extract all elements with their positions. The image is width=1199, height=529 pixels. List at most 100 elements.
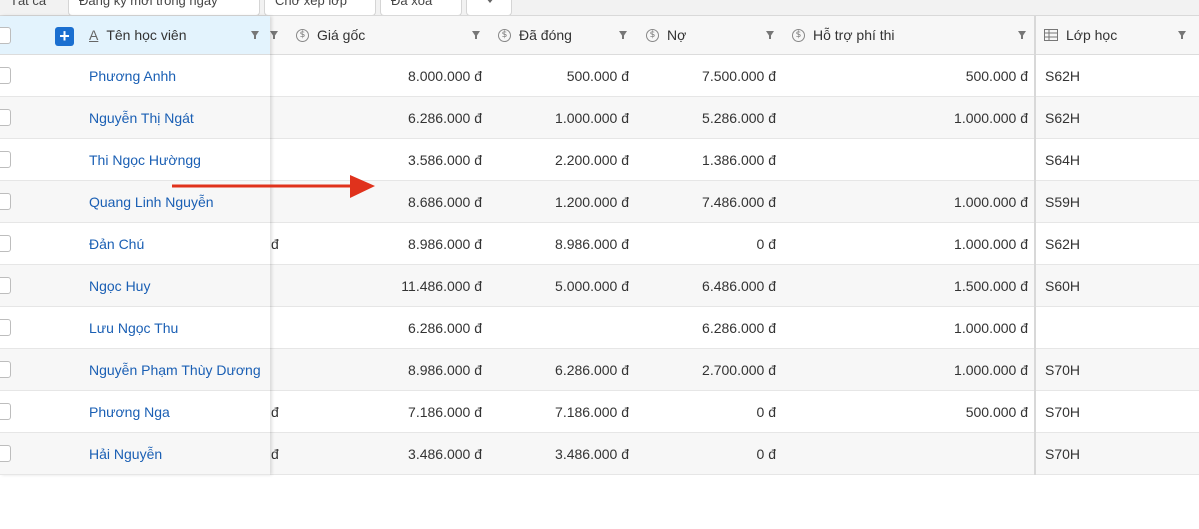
cell-no[interactable]: 2.700.000 đ [702, 362, 776, 378]
cell-gia-goc[interactable]: 6.286.000 đ [408, 110, 482, 126]
filter-icon[interactable] [1178, 31, 1186, 39]
student-name-link[interactable]: Nguyễn Phạm Thùy Dương [89, 362, 261, 378]
student-name-link[interactable]: Phương Nga [89, 404, 261, 420]
tab-deleted[interactable]: Đã xóa [380, 0, 462, 15]
cell-gia-goc[interactable]: 6.286.000 đ [408, 320, 482, 336]
student-name-link[interactable]: Lưu Ngọc Thu [89, 320, 261, 336]
row-checkbox[interactable] [0, 67, 11, 84]
row-checkbox[interactable] [0, 361, 11, 378]
tab-more[interactable] [466, 0, 512, 15]
student-name-link[interactable]: Thi Ngọc Hườngg [89, 152, 261, 168]
frozen-row[interactable]: Phương Nga [0, 391, 270, 433]
cell-lop-hoc[interactable]: S59H [1045, 194, 1080, 210]
column-header-da-dong[interactable]: $ Đã đóng [498, 16, 572, 54]
cell-gia-goc[interactable]: 8.686.000 đ [408, 194, 482, 210]
cell-lop-hoc[interactable]: S62H [1045, 236, 1080, 252]
cell-ho-tro-phi-thi[interactable]: 1.000.000 đ [954, 194, 1028, 210]
column-header-ten-hoc-vien[interactable]: A Tên học viên [89, 16, 187, 54]
cell-ho-tro-phi-thi[interactable]: 1.000.000 đ [954, 110, 1028, 126]
cell-lop-hoc[interactable]: S62H [1045, 68, 1080, 84]
frozen-row[interactable]: Đản Chú [0, 223, 270, 265]
cell-da-dong[interactable]: 2.200.000 đ [555, 152, 629, 168]
cell-gia-goc[interactable]: 8.986.000 đ [408, 236, 482, 252]
tab-all[interactable]: Tất cả [0, 0, 68, 15]
column-title: Giá gốc [317, 27, 366, 43]
cell-ho-tro-phi-thi[interactable]: 1.000.000 đ [954, 362, 1028, 378]
cell-da-dong[interactable]: 500.000 đ [567, 68, 629, 84]
cell-no[interactable]: 6.286.000 đ [702, 320, 776, 336]
cell-ho-tro-phi-thi[interactable]: 1.500.000 đ [954, 278, 1028, 294]
column-header-lop-hoc[interactable]: Lớp học [1044, 16, 1117, 54]
row-checkbox[interactable] [0, 109, 11, 126]
row-checkbox[interactable] [0, 319, 11, 336]
cell-gia-goc[interactable]: 8.986.000 đ [408, 362, 482, 378]
cell-ho-tro-phi-thi[interactable]: 500.000 đ [966, 404, 1028, 420]
cell-ho-tro-phi-thi[interactable]: 1.000.000 đ [954, 236, 1028, 252]
chevron-down-icon [486, 0, 494, 3]
cell-no[interactable]: 1.386.000 đ [702, 152, 776, 168]
cell-da-dong[interactable]: 5.000.000 đ [555, 278, 629, 294]
filter-icon[interactable] [251, 31, 259, 39]
cell-gia-goc[interactable]: 7.186.000 đ [408, 404, 482, 420]
column-title: Lớp học [1066, 27, 1118, 43]
row-checkbox[interactable] [0, 277, 11, 294]
student-name-link[interactable]: Đản Chú [89, 236, 261, 252]
cell-ho-tro-phi-thi[interactable]: 1.000.000 đ [954, 320, 1028, 336]
tab-new-today[interactable]: Đăng ký mới trong ngày [68, 0, 260, 15]
filter-icon[interactable] [472, 31, 480, 39]
cell-gia-goc[interactable]: 3.486.000 đ [408, 446, 482, 462]
currency-icon: $ [296, 28, 309, 42]
add-record-button[interactable]: + [55, 27, 74, 46]
frozen-row[interactable]: Phương Anhh [0, 55, 270, 97]
cell-da-dong[interactable]: 1.000.000 đ [555, 110, 629, 126]
frozen-row[interactable]: Ngọc Huy [0, 265, 270, 307]
filter-icon[interactable] [766, 31, 774, 39]
frozen-row[interactable]: Hải Nguyễn [0, 433, 270, 475]
row-checkbox[interactable] [0, 235, 11, 252]
cell-da-dong[interactable]: 7.186.000 đ [555, 404, 629, 420]
column-header-ho-tro-phi-thi[interactable]: $ Hỗ trợ phí thi [792, 16, 895, 54]
red-arrow-annotation [172, 175, 375, 198]
row-checkbox[interactable] [0, 193, 11, 210]
frozen-row[interactable]: Nguyễn Thị Ngát [0, 97, 270, 139]
student-name-link[interactable]: Nguyễn Thị Ngát [89, 110, 261, 126]
cell-partial: đ [271, 236, 279, 252]
frozen-row[interactable]: Lưu Ngọc Thu [0, 307, 270, 349]
filter-icon[interactable] [619, 31, 627, 39]
cell-da-dong[interactable]: 8.986.000 đ [555, 236, 629, 252]
cell-lop-hoc[interactable]: S60H [1045, 278, 1080, 294]
cell-lop-hoc[interactable]: S62H [1045, 110, 1080, 126]
cell-gia-goc[interactable]: 8.000.000 đ [408, 68, 482, 84]
cell-no[interactable]: 7.500.000 đ [702, 68, 776, 84]
cell-no[interactable]: 7.486.000 đ [702, 194, 776, 210]
row-checkbox[interactable] [0, 403, 11, 420]
student-name-link[interactable]: Hải Nguyễn [89, 446, 261, 462]
cell-lop-hoc[interactable]: S64H [1045, 152, 1080, 168]
tab-waiting-class[interactable]: Chờ xếp lớp [264, 0, 376, 15]
column-header-no[interactable]: $ Nợ [646, 16, 686, 54]
cell-gia-goc[interactable]: 11.486.000 đ [401, 278, 482, 294]
filter-icon[interactable] [1018, 31, 1026, 39]
cell-da-dong[interactable]: 3.486.000 đ [555, 446, 629, 462]
cell-no[interactable]: 0 đ [757, 236, 776, 252]
student-name-link[interactable]: Phương Anhh [89, 68, 261, 84]
row-checkbox[interactable] [0, 151, 11, 168]
cell-ho-tro-phi-thi[interactable]: 500.000 đ [966, 68, 1028, 84]
cell-no[interactable]: 0 đ [757, 446, 776, 462]
cell-da-dong[interactable]: 6.286.000 đ [555, 362, 629, 378]
cell-lop-hoc[interactable]: S70H [1045, 362, 1080, 378]
cell-no[interactable]: 0 đ [757, 404, 776, 420]
row-checkbox[interactable] [0, 445, 11, 462]
cell-no[interactable]: 6.486.000 đ [702, 278, 776, 294]
select-all-checkbox[interactable] [0, 27, 11, 44]
cell-da-dong[interactable]: 1.200.000 đ [555, 194, 629, 210]
column-title: Nợ [667, 27, 687, 43]
cell-gia-goc[interactable]: 3.586.000 đ [408, 152, 482, 168]
column-header-gia-goc[interactable]: $ Giá gốc [296, 16, 365, 54]
frozen-row[interactable]: Nguyễn Phạm Thùy Dương [0, 349, 270, 391]
cell-lop-hoc[interactable]: S70H [1045, 404, 1080, 420]
student-name-link[interactable]: Ngọc Huy [89, 278, 261, 294]
filter-icon[interactable] [270, 31, 278, 39]
cell-lop-hoc[interactable]: S70H [1045, 446, 1080, 462]
cell-no[interactable]: 5.286.000 đ [702, 110, 776, 126]
